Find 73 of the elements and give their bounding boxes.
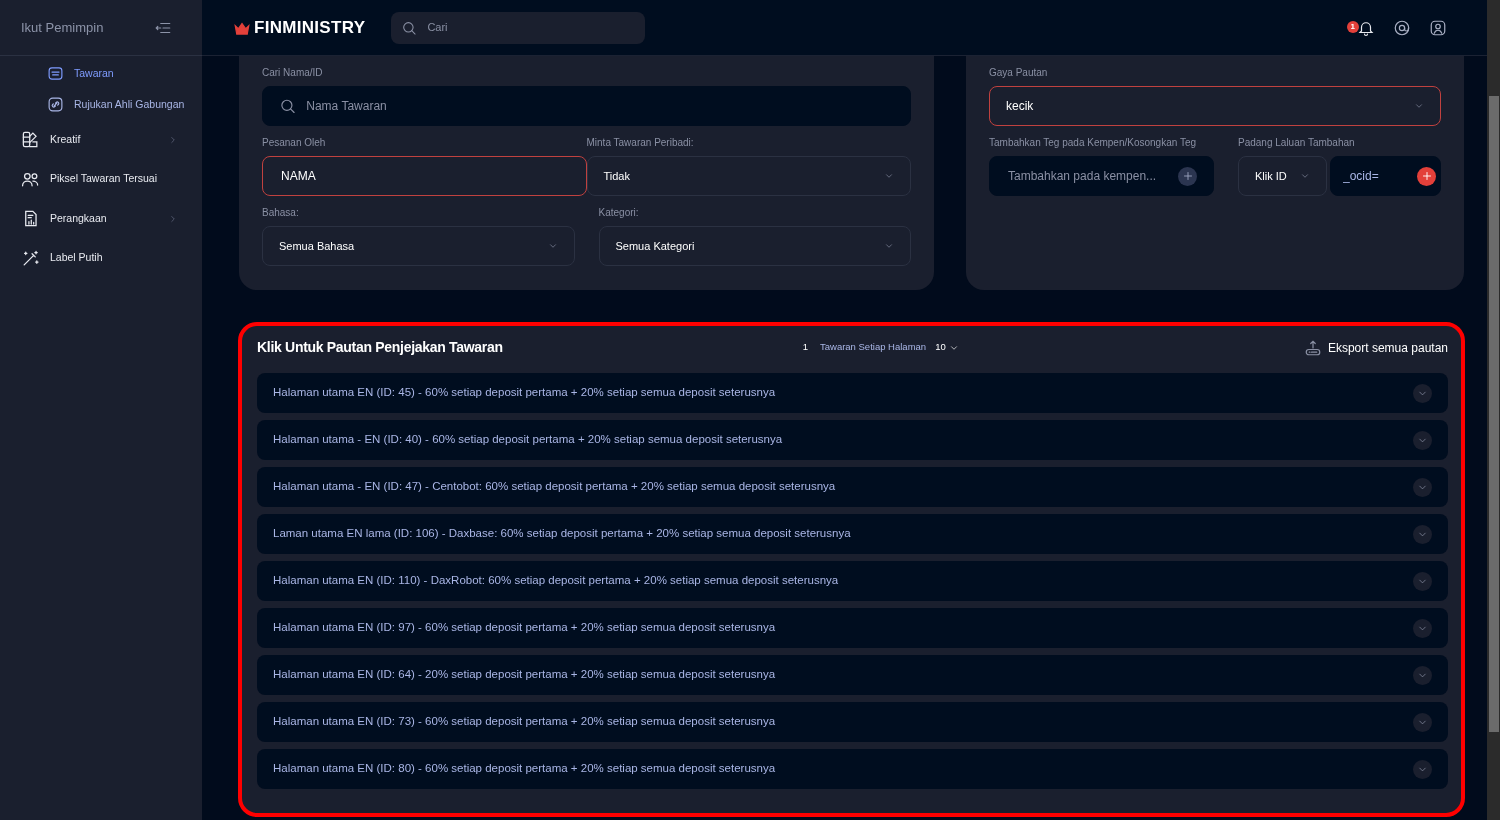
offer-link-row[interactable]: Halaman utama EN (ID: 73) - 60% setiap deposit pertama + 20% setiap semua deposit seterusnya <box>257 702 1448 742</box>
expand-button[interactable] <box>1413 571 1432 591</box>
field-label: Cari Nama/ID <box>262 66 324 78</box>
offer-link-row[interactable]: Halaman utama EN (ID: 45) - 60% setiap deposit pertama + 20% setiap semua deposit seterusnya <box>257 373 1448 413</box>
expand-button[interactable] <box>1413 665 1432 685</box>
field-label: Minta Tawaran Peribadi: <box>586 136 695 148</box>
export-button[interactable]: Eksport semua pautan <box>1303 338 1448 357</box>
field-label: Padang Laluan Tambahan <box>1238 136 1356 148</box>
sidebar-title: Ikut Pemimpin <box>21 18 104 37</box>
offer-link-row[interactable]: Halaman utama EN (ID: 80) - 60% setiap deposit pertama + 20% setiap semua deposit seterusnya <box>257 749 1448 789</box>
field-label: Bahasa: <box>262 206 300 218</box>
field-label: Gaya Pautan <box>989 66 1049 78</box>
search-input[interactable]: Cari <box>425 18 636 37</box>
user-icon <box>1429 18 1447 37</box>
field-label: Kategori: <box>598 206 640 218</box>
offer-link-row[interactable]: Halaman utama EN (ID: 110) - DaxRobot: 60% setiap deposit pertama + 20% setiap semua deposit seterusnya <box>257 561 1448 601</box>
mentions-button[interactable] <box>1393 18 1411 37</box>
tag-input[interactable]: Tambahkan pada kempen... <box>1006 166 1178 186</box>
notification-badge: 1 <box>1346 21 1359 34</box>
search-input[interactable]: Nama Tawaran <box>304 96 894 116</box>
expand-button[interactable] <box>1413 524 1432 544</box>
tag-input-field[interactable]: Tambahkan pada kempen... <box>989 156 1214 196</box>
chevron-down-icon <box>547 241 558 251</box>
sidebar-item[interactable]: Tawaran <box>0 58 202 89</box>
chevron-down-icon <box>1300 171 1310 181</box>
profile-button[interactable] <box>1429 18 1447 37</box>
per-page-label: Tawaran Setiap Halaman <box>820 340 927 355</box>
chevron-right-icon <box>168 213 178 224</box>
field-label: Pesanan Oleh <box>262 136 327 148</box>
scrollbar[interactable] <box>1487 0 1500 820</box>
offer-link-row[interactable]: Halaman utama EN (ID: 64) - 20% setiap deposit pertama + 20% setiap semua deposit seterusnya <box>257 655 1448 695</box>
sidebar-item[interactable]: Kreatif <box>0 120 202 160</box>
at-sign-icon <box>1393 18 1411 37</box>
sidebar-item[interactable]: Perangkaan <box>0 199 202 239</box>
search-field[interactable]: Cari <box>391 11 646 44</box>
chevron-down-icon <box>1414 101 1424 111</box>
section-title: Klik Untuk Pautan Penjejakan Tawaran <box>257 338 503 357</box>
sidebar-item[interactable]: Rujukan Ahli Gabungan <box>0 89 202 120</box>
search-icon <box>279 97 297 115</box>
select-field[interactable]: Semua Kategori <box>598 226 911 266</box>
expand-button[interactable] <box>1413 430 1432 450</box>
wand-icon <box>21 248 40 268</box>
search-field[interactable]: Nama Tawaran <box>262 86 911 126</box>
text-input[interactable]: NAMA <box>279 166 570 186</box>
input-field[interactable]: _ocid= <box>1330 156 1441 196</box>
offer-link-row[interactable]: Halaman utama - EN (ID: 40) - 60% setiap deposit pertama + 20% setiap semua deposit seterusnya <box>257 420 1448 460</box>
expand-button[interactable] <box>1413 477 1432 497</box>
logo-text: FINMINISTRY <box>254 16 366 39</box>
chevron-down-icon <box>884 171 894 181</box>
select-field[interactable]: kecik <box>989 86 1441 126</box>
link-icon <box>47 96 64 113</box>
text-field[interactable]: NAMA <box>262 156 587 196</box>
expand-button[interactable] <box>1413 383 1432 403</box>
per-page-dropdown[interactable]: 10 <box>935 340 959 355</box>
chevron-right-icon <box>168 134 178 145</box>
add-tag-button[interactable] <box>1178 166 1197 186</box>
field-label: Tambahkan Teg pada Kempen/Kosongkan Teg <box>989 136 1197 148</box>
sidebar-item[interactable]: Label Putih <box>0 238 202 278</box>
expand-button[interactable] <box>1413 759 1432 779</box>
page-number[interactable]: 1 <box>802 340 808 355</box>
parameter-input[interactable]: _ocid= <box>1341 166 1417 186</box>
sidebar-item[interactable]: Piksel Tawaran Tersuai <box>0 159 202 199</box>
offer-link-row[interactable]: Halaman utama - EN (ID: 47) - Centobot: 60% setiap deposit pertama + 20% setiap semua deposit seterusnya <box>257 467 1448 507</box>
expand-button[interactable] <box>1413 712 1432 732</box>
upload-icon <box>1303 338 1322 357</box>
expand-button[interactable] <box>1413 618 1432 638</box>
chevron-down-icon <box>884 241 894 251</box>
offer-link-row[interactable]: Laman utama EN lama (ID: 106) - Daxbase: 60% setiap deposit pertama + 20% setiap semua deposit seterusnya <box>257 514 1448 554</box>
select-field[interactable]: Semua Bahasa <box>262 226 575 266</box>
select-field[interactable]: Tidak <box>586 156 911 196</box>
offer-link-row[interactable]: Halaman utama EN (ID: 97) - 60% setiap deposit pertama + 20% setiap semua deposit seterusnya <box>257 608 1448 648</box>
add-parameter-button[interactable] <box>1417 166 1436 186</box>
select-field[interactable]: Klik ID <box>1238 156 1327 196</box>
